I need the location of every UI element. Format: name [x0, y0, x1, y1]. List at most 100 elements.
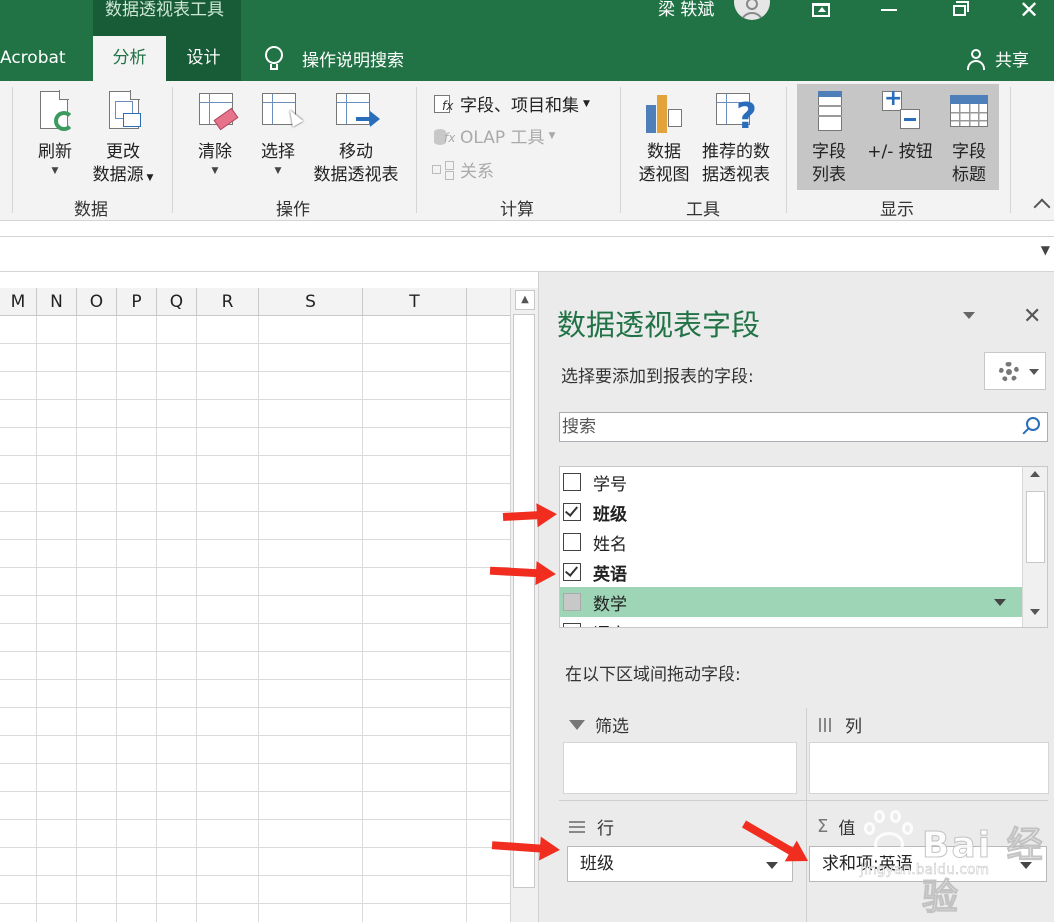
olap-tools-icon: fx — [432, 125, 456, 147]
collapse-ribbon-icon[interactable] — [1033, 198, 1051, 216]
move-pivottable-label-1: 移动 — [339, 142, 373, 162]
move-pivottable-label-2: 数据透视表 — [313, 165, 399, 185]
field-checkbox[interactable] — [563, 473, 581, 491]
search-input[interactable] — [562, 415, 1012, 439]
rows-area-label: 行 — [597, 819, 614, 839]
pane-title: 数据透视表字段 — [557, 308, 761, 342]
columns-icon — [819, 717, 833, 732]
column-header[interactable]: R — [197, 288, 259, 316]
chevron-down-icon[interactable] — [766, 862, 778, 869]
field-item[interactable]: 学号 — [560, 467, 1022, 497]
search-icon[interactable] — [1026, 417, 1040, 431]
column-header[interactable]: T — [363, 288, 467, 316]
rows-field-chip[interactable]: 班级 — [567, 846, 793, 882]
filters-area-header: 筛选 — [569, 712, 629, 737]
tell-me-label: 操作说明搜索 — [302, 51, 404, 71]
refresh-icon — [38, 89, 74, 137]
ribbon: 刷新 ▼ 更改 数据源 ▼ 数据 清除 ▼ 选择 ▼ 移动 数据透视表 操作 f… — [0, 81, 1054, 221]
tab-design[interactable]: 设计 — [166, 36, 241, 81]
scroll-up-icon[interactable] — [1030, 471, 1040, 477]
expand-formula-bar-icon[interactable]: ▼ — [1041, 243, 1050, 257]
close-icon[interactable]: ✕ — [1023, 306, 1041, 328]
restore-icon[interactable] — [936, 0, 982, 20]
tab-analyze[interactable]: 分析 — [93, 36, 166, 81]
change-data-source-button[interactable]: 更改 数据源 ▼ — [86, 89, 160, 190]
move-pivottable-icon — [334, 89, 380, 137]
tools-settings-button[interactable] — [984, 352, 1046, 390]
fields-items-sets-button[interactable]: fx 字段、项目和集 ▼ — [432, 91, 590, 116]
recommended-pivottables-button[interactable]: ? 推荐的数 据透视表 — [696, 89, 776, 187]
column-header[interactable]: N — [37, 288, 77, 316]
avatar[interactable] — [734, 0, 770, 20]
refresh-button[interactable]: 刷新 ▼ — [30, 89, 80, 178]
column-header[interactable]: P — [117, 288, 157, 316]
minimize-icon[interactable] — [866, 0, 912, 20]
field-item-hovered[interactable]: 数学 — [560, 587, 1022, 617]
change-data-source-icon — [103, 89, 143, 137]
sheet-vertical-scrollbar[interactable]: ▲ — [510, 288, 538, 922]
rows-chip-label: 班级 — [580, 854, 614, 874]
relationships-button[interactable]: 关系 — [432, 157, 494, 182]
chevron-down-icon[interactable] — [994, 599, 1006, 606]
field-checkbox[interactable] — [563, 503, 581, 521]
scroll-thumb[interactable] — [1026, 491, 1045, 563]
olap-tools-button[interactable]: fx OLAP 工具 ▼ — [432, 123, 555, 148]
field-item[interactable]: 班级 — [560, 497, 1022, 527]
pivotchart-button[interactable]: 数据 透视图 — [634, 89, 694, 187]
close-window-icon[interactable]: ✕ — [1006, 0, 1052, 22]
grid-line — [466, 316, 467, 922]
field-checkbox[interactable] — [563, 593, 581, 611]
column-header[interactable]: Q — [157, 288, 197, 316]
user-name[interactable]: 梁 轶斌 — [658, 0, 714, 20]
select-cursor-icon — [258, 89, 304, 137]
field-list-button[interactable]: 字段 列表 — [802, 89, 856, 187]
grid-line — [362, 316, 363, 922]
field-label: 语文 — [593, 620, 627, 628]
filters-drop-zone[interactable] — [563, 742, 797, 794]
field-label: 学号 — [593, 474, 627, 495]
formula-bar[interactable]: ▼ — [0, 236, 1054, 272]
pivotchart-icon — [642, 89, 686, 137]
columns-drop-zone[interactable] — [809, 742, 1049, 794]
field-list-label-2: 列表 — [812, 165, 846, 185]
plus-minus-buttons-label: +/- 按钮 — [867, 142, 933, 162]
field-checkbox[interactable] — [563, 623, 581, 627]
grid-line — [196, 316, 197, 922]
chevron-down-icon: ▼ — [51, 166, 59, 176]
field-checkbox[interactable] — [563, 533, 581, 551]
field-list-scrollbar[interactable] — [1022, 467, 1047, 627]
ribbon-separator — [620, 87, 621, 213]
values-area-label: 值 — [838, 819, 856, 839]
share-button[interactable]: 共享 — [966, 36, 1029, 81]
field-headers-button[interactable]: 字段 标题 — [942, 89, 996, 187]
tell-me-search[interactable]: 操作说明搜索 — [262, 36, 404, 81]
field-item[interactable]: 英语 — [560, 557, 1022, 587]
ribbon-display-options-icon[interactable] — [798, 0, 844, 20]
field-label: 班级 — [593, 504, 627, 525]
move-pivottable-button[interactable]: 移动 数据透视表 — [308, 89, 404, 187]
scroll-up-icon[interactable]: ▲ — [515, 290, 535, 310]
column-header[interactable]: S — [259, 288, 363, 316]
gear-icon — [999, 362, 1019, 382]
worksheet-grid[interactable]: M N O P Q R S T — [0, 288, 510, 922]
field-item[interactable]: 语文 — [560, 617, 1022, 628]
column-header[interactable]: M — [0, 288, 37, 316]
grid-line — [116, 316, 117, 922]
clear-button[interactable]: 清除 ▼ — [192, 89, 239, 178]
chevron-down-icon: ▼ — [274, 166, 282, 176]
pivotchart-label-2: 透视图 — [638, 165, 690, 185]
plus-minus-buttons-button[interactable]: + +/- 按钮 — [860, 87, 940, 164]
scroll-down-icon[interactable] — [1030, 609, 1040, 615]
lightbulb-icon — [262, 44, 288, 74]
pane-options-icon[interactable] — [963, 312, 975, 319]
change-data-source-label-2: 数据源 — [92, 165, 144, 185]
field-list-label-1: 字段 — [812, 142, 846, 162]
select-button[interactable]: 选择 ▼ — [255, 89, 304, 178]
field-checkbox[interactable] — [563, 563, 581, 581]
tab-acrobat[interactable]: Acrobat — [0, 36, 66, 81]
field-search-box[interactable] — [559, 412, 1048, 442]
baidu-watermark: Bai 经验 jingyan.baidu.com — [860, 808, 1050, 919]
field-item[interactable]: 姓名 — [560, 527, 1022, 557]
scroll-thumb[interactable] — [513, 314, 535, 888]
column-header[interactable]: O — [77, 288, 117, 316]
